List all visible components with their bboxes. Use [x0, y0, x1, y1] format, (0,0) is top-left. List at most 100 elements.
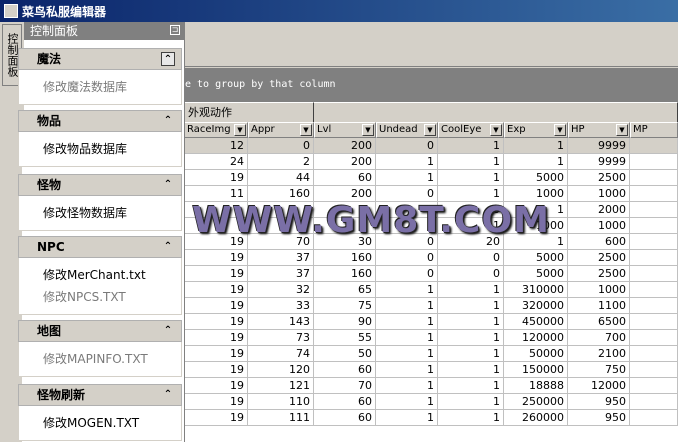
chevron-up-icon[interactable]: ⌃	[161, 388, 175, 402]
table-cell[interactable]: 60	[314, 170, 376, 186]
table-cell[interactable]	[630, 218, 678, 234]
table-cell[interactable]: 1	[438, 298, 504, 314]
column-header[interactable]: Undead ▼	[376, 122, 438, 138]
table-cell[interactable]: 0	[376, 250, 438, 266]
table-cell[interactable]: 90	[314, 314, 376, 330]
column-header[interactable]: Lvl ▼	[314, 122, 376, 138]
table-cell[interactable]: 260000	[504, 410, 568, 426]
panel-group-header[interactable]: NPC ⌃	[18, 236, 182, 258]
table-cell[interactable]: 310000	[504, 282, 568, 298]
table-cell[interactable]: 19	[184, 346, 248, 362]
table-cell[interactable]: 1	[376, 170, 438, 186]
panel-link[interactable]: 修改魔法数据库	[43, 76, 181, 98]
table-cell[interactable]: 44	[248, 170, 314, 186]
table-cell[interactable]: 50000	[504, 346, 568, 362]
table-cell[interactable]: 55	[314, 330, 376, 346]
panel-group-header[interactable]: 魔法 ⌃	[18, 48, 182, 70]
table-cell[interactable]: 1	[376, 394, 438, 410]
panel-link[interactable]: 修改MOGEN.TXT	[43, 412, 181, 434]
table-cell[interactable]: 0	[438, 250, 504, 266]
table-cell[interactable]: 1	[438, 138, 504, 154]
table-cell[interactable]: 70	[314, 378, 376, 394]
table-cell[interactable]: 19	[184, 298, 248, 314]
column-header[interactable]: HP ▼	[568, 122, 630, 138]
table-cell[interactable]: 37	[248, 266, 314, 282]
table-cell[interactable]	[630, 186, 678, 202]
table-cell[interactable]: 160	[314, 250, 376, 266]
table-cell[interactable]: 5000	[504, 250, 568, 266]
table-cell[interactable]: 600	[568, 234, 630, 250]
table-cell[interactable]: 2500	[568, 266, 630, 282]
table-cell[interactable]: 5000	[504, 266, 568, 282]
column-header[interactable]: CoolEye ▼	[438, 122, 504, 138]
table-cell[interactable]: 24	[184, 154, 248, 170]
table-cell[interactable]	[630, 282, 678, 298]
table-cell[interactable]	[630, 250, 678, 266]
table-cell[interactable]	[630, 330, 678, 346]
panel-group-header[interactable]: 怪物刷新 ⌃	[18, 384, 182, 406]
dropdown-arrow-icon[interactable]: ▼	[554, 124, 566, 136]
panel-link[interactable]: 修改MAPINFO.TXT	[43, 348, 181, 370]
dropdown-arrow-icon[interactable]: ▼	[362, 124, 374, 136]
table-cell[interactable]: 73	[248, 330, 314, 346]
table-cell[interactable]: 200	[314, 154, 376, 170]
table-cell[interactable]: 1000	[568, 282, 630, 298]
table-cell[interactable]: 1	[438, 346, 504, 362]
table-cell[interactable]	[630, 234, 678, 250]
table-cell[interactable]: 12000	[568, 378, 630, 394]
table-cell[interactable]: 65	[314, 282, 376, 298]
column-header[interactable]: MP	[630, 122, 678, 138]
table-cell[interactable]: 1	[438, 314, 504, 330]
table-cell[interactable]: 18888	[504, 378, 568, 394]
table-cell[interactable]	[630, 298, 678, 314]
table-cell[interactable]: 1	[504, 154, 568, 170]
table-cell[interactable]: 9999	[568, 138, 630, 154]
table-cell[interactable]: 37	[248, 250, 314, 266]
chevron-up-icon[interactable]: ⌃	[161, 240, 175, 254]
table-cell[interactable]: 160	[314, 266, 376, 282]
dropdown-arrow-icon[interactable]: ▼	[490, 124, 502, 136]
dropdown-arrow-icon[interactable]: ▼	[300, 124, 312, 136]
table-cell[interactable]: 1	[376, 346, 438, 362]
table-cell[interactable]: 1	[438, 170, 504, 186]
table-cell[interactable]	[630, 154, 678, 170]
table-cell[interactable]: 0	[376, 266, 438, 282]
panel-link[interactable]: 修改物品数据库	[43, 138, 181, 160]
table-cell[interactable]: 2100	[568, 346, 630, 362]
table-cell[interactable]: 12	[184, 138, 248, 154]
table-cell[interactable]: 1	[438, 330, 504, 346]
table-cell[interactable]: 19	[184, 410, 248, 426]
table-cell[interactable]: 60	[314, 394, 376, 410]
chevron-up-icon[interactable]: ⌃	[161, 178, 175, 192]
table-cell[interactable]: 33	[248, 298, 314, 314]
chevron-up-icon[interactable]: ⌃	[161, 52, 175, 66]
table-cell[interactable]: 2500	[568, 170, 630, 186]
column-header[interactable]: Appr ▼	[248, 122, 314, 138]
chevron-up-icon[interactable]: ⌃	[161, 114, 175, 128]
panel-group-header[interactable]: 物品 ⌃	[18, 110, 182, 132]
band-stats[interactable]	[314, 102, 678, 122]
table-cell[interactable]: 0	[248, 138, 314, 154]
table-cell[interactable]	[630, 170, 678, 186]
table-cell[interactable]: 1	[438, 410, 504, 426]
table-cell[interactable]: 0	[376, 138, 438, 154]
panel-group-header[interactable]: 地图 ⌃	[18, 320, 182, 342]
table-cell[interactable]: 1	[438, 394, 504, 410]
table-cell[interactable]: 1	[438, 362, 504, 378]
table-cell[interactable]: 2	[248, 154, 314, 170]
table-cell[interactable]: 19	[184, 314, 248, 330]
table-cell[interactable]	[630, 138, 678, 154]
table-cell[interactable]: 950	[568, 410, 630, 426]
table-cell[interactable]: 950	[568, 394, 630, 410]
panel-link[interactable]: 修改NPCS.TXT	[43, 286, 181, 308]
table-cell[interactable]: 1	[376, 330, 438, 346]
column-header[interactable]: Exp ▼	[504, 122, 568, 138]
table-cell[interactable]: 1	[438, 378, 504, 394]
table-cell[interactable]: 60	[314, 410, 376, 426]
table-cell[interactable]: 60	[314, 362, 376, 378]
table-cell[interactable]	[630, 410, 678, 426]
table-cell[interactable]: 1	[504, 138, 568, 154]
table-cell[interactable]: 111	[248, 410, 314, 426]
table-cell[interactable]: 1	[438, 154, 504, 170]
table-cell[interactable]: 320000	[504, 298, 568, 314]
